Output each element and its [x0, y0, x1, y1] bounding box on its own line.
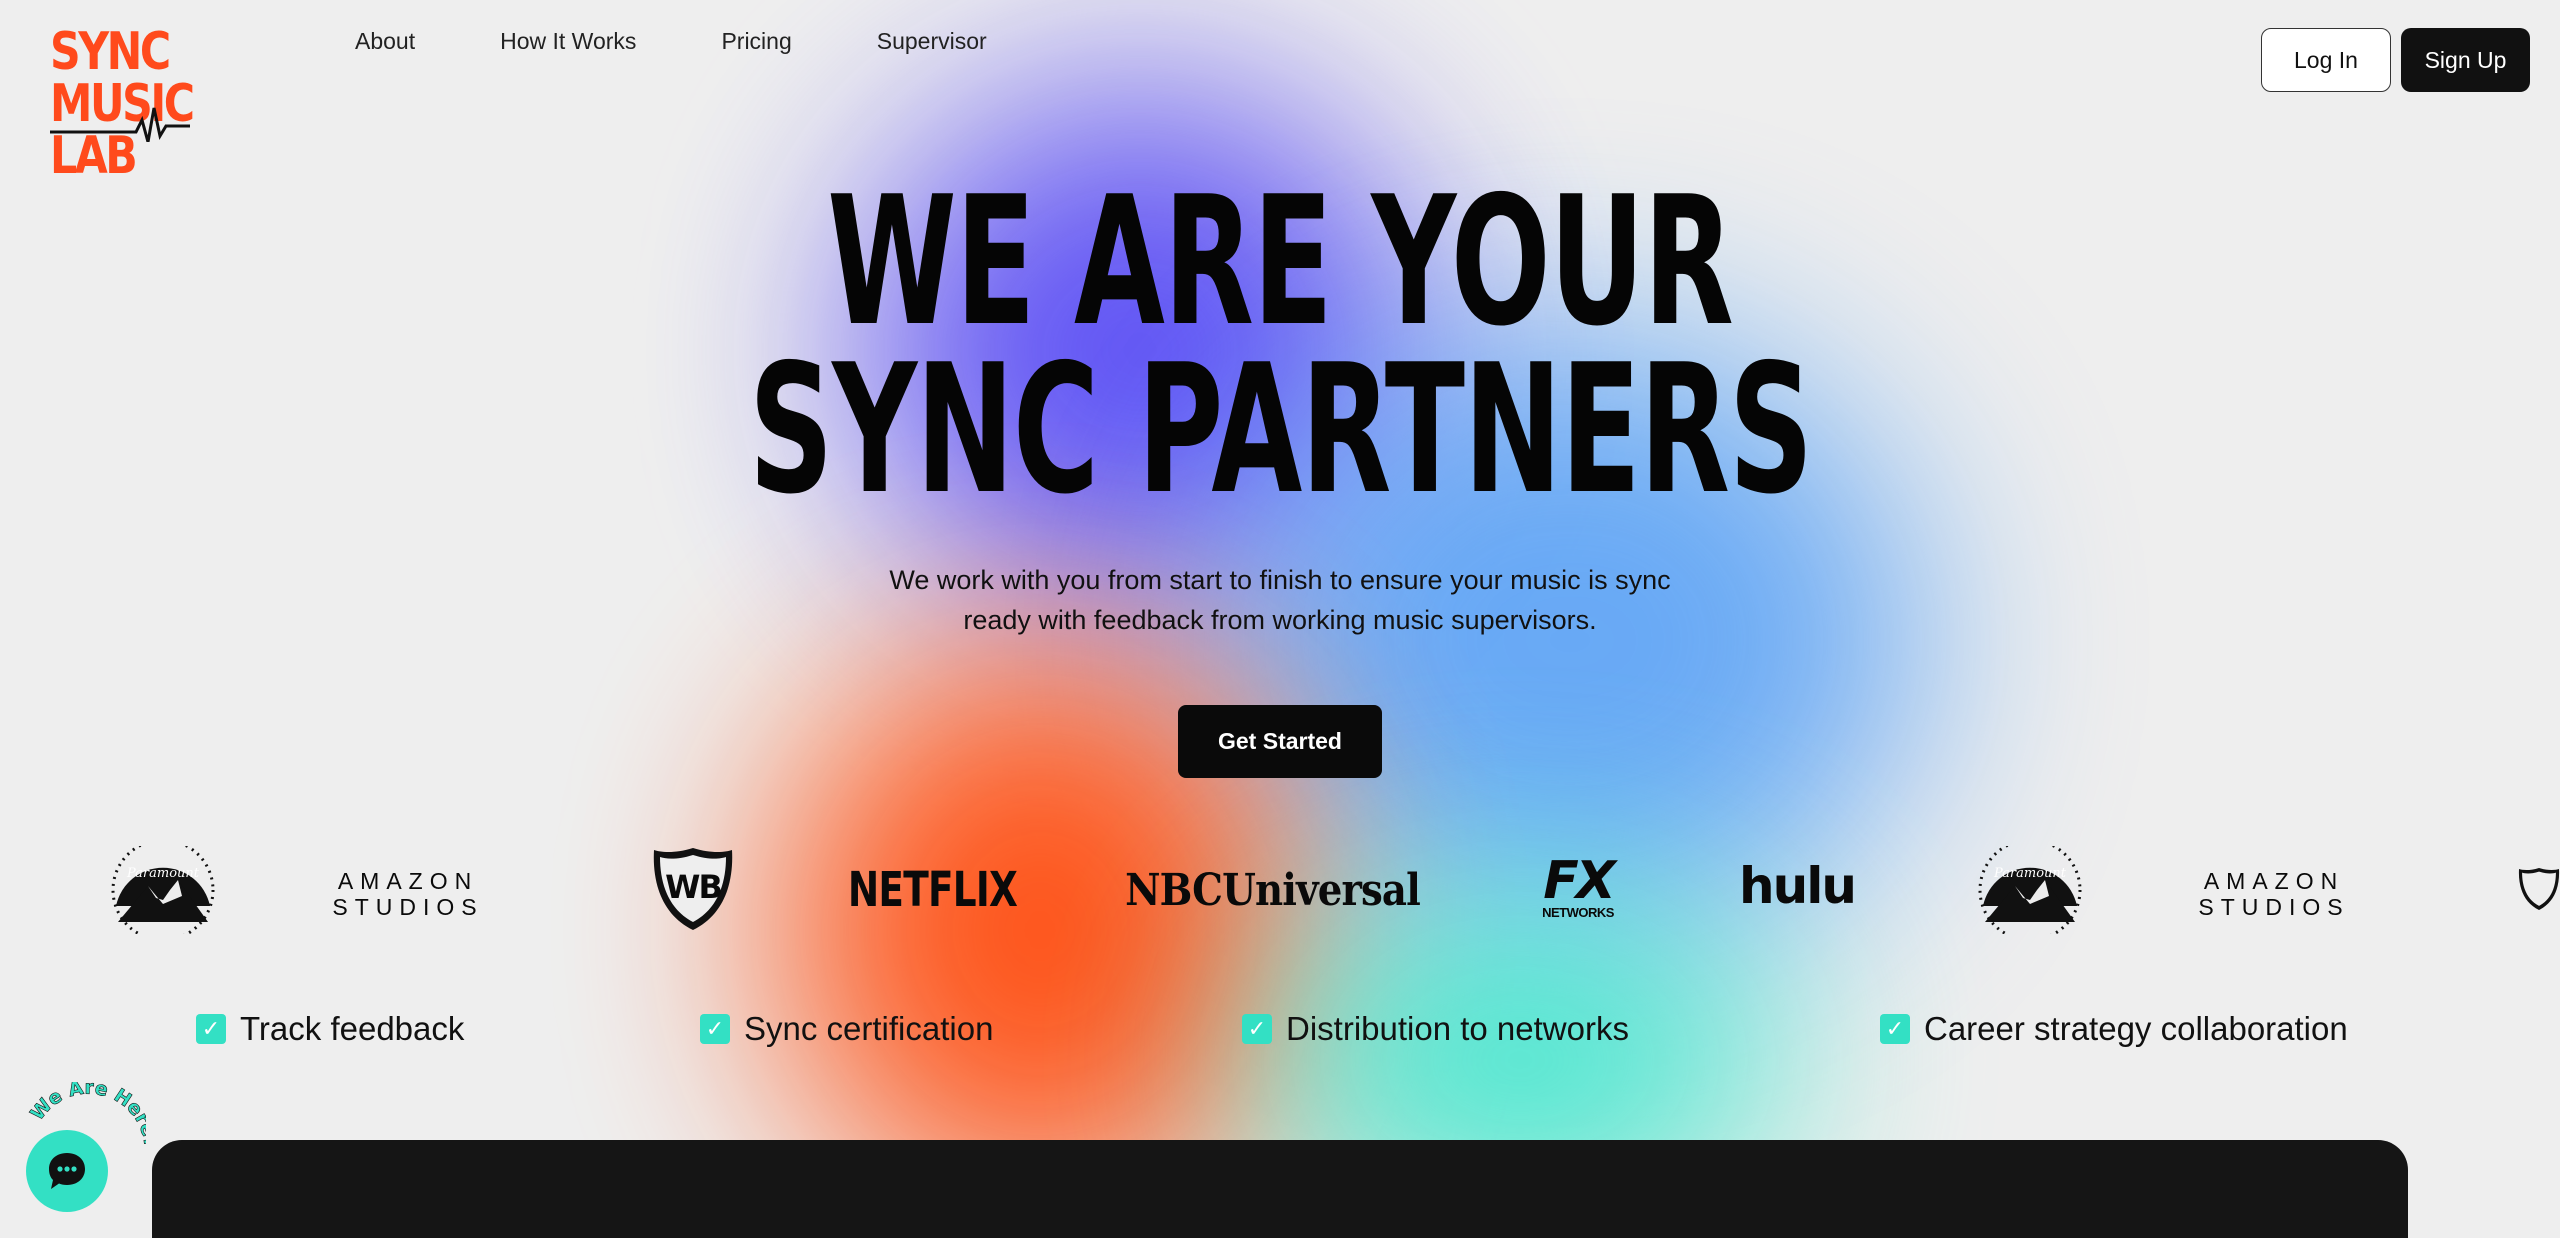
site-logo[interactable]: SYNC MUSIC LAB — [50, 22, 195, 192]
feature-distribution: ✓ Distribution to networks — [1242, 1010, 1629, 1048]
paramount-logo-repeat: Paramount — [1975, 846, 2085, 934]
paramount-logo: Paramount — [108, 846, 218, 934]
studios-label: STUDIOS — [332, 894, 484, 920]
hero-title-line-2: SYNC PARTNERS — [748, 326, 1812, 533]
nav-about[interactable]: About — [355, 28, 415, 55]
chat-bubble-icon — [49, 1153, 85, 1189]
nav-how-it-works[interactable]: How It Works — [500, 28, 636, 55]
hulu-logo: hulu — [1739, 857, 1857, 915]
checkmark-icon: ✓ — [196, 1014, 226, 1044]
fx-networks-label: NETWORKS — [1542, 904, 1614, 920]
feature-track-feedback: ✓ Track feedback — [196, 1010, 464, 1048]
feature-career-strategy: ✓ Career strategy collaboration — [1880, 1010, 2348, 1048]
dark-content-panel — [152, 1140, 2408, 1238]
studios-label: STUDIOS — [2198, 894, 2350, 920]
amazon-label: AMAZON — [2203, 868, 2345, 894]
hulu-label: hulu — [1739, 857, 1857, 915]
checkmark-icon: ✓ — [1242, 1014, 1272, 1044]
amazon-studios-logo: AMAZON STUDIOS — [332, 866, 476, 922]
soundwave-icon — [50, 107, 190, 142]
chat-button[interactable] — [26, 1130, 108, 1212]
netflix-label: NETFLIX — [847, 862, 1017, 918]
amazon-label: AMAZON — [337, 868, 479, 894]
nbcuniversal-label: NBCUniversal — [1125, 864, 1422, 916]
get-started-button[interactable]: Get Started — [1178, 705, 1382, 778]
feature-label: Career strategy collaboration — [1924, 1010, 2348, 1047]
paramount-icon — [111, 846, 215, 934]
fx-networks-logo: FX NETWORKS — [1540, 850, 1616, 920]
netflix-logo: NETFLIX — [847, 862, 1017, 918]
feature-label: Sync certification — [744, 1010, 994, 1047]
paramount-label: Paramount — [1993, 866, 2066, 881]
paramount-label: Paramount — [126, 866, 199, 881]
hero-subtitle: We work with you from start to finish to… — [889, 565, 1671, 635]
hero-title-line-1: WE ARE YOUR — [827, 158, 1734, 365]
logo-text-sync: SYNC — [50, 22, 171, 82]
feature-label: Distribution to networks — [1286, 1010, 1629, 1047]
feature-sync-certification: ✓ Sync certification — [700, 1010, 993, 1048]
nav-pricing[interactable]: Pricing — [721, 28, 791, 55]
signup-button[interactable]: Sign Up — [2401, 28, 2530, 92]
amazon-studios-logo-repeat: AMAZON STUDIOS — [2198, 866, 2342, 922]
hero-title: WE ARE YOUR SYNC PARTNERS — [0, 158, 2560, 533]
checkmark-icon: ✓ — [1880, 1014, 1910, 1044]
checkmark-icon: ✓ — [700, 1014, 730, 1044]
fx-label: FX — [1543, 850, 1616, 911]
feature-label: Track feedback — [240, 1010, 465, 1047]
paramount-icon — [1978, 846, 2082, 934]
login-button[interactable]: Log In — [2261, 28, 2391, 92]
main-nav: About How It Works Pricing Supervisor — [355, 28, 1072, 55]
nav-supervisor[interactable]: Supervisor — [877, 28, 987, 55]
wb-logo-partial — [2518, 846, 2560, 932]
wb-logo: WB — [652, 846, 734, 932]
nbcuniversal-logo: NBCUniversal — [1126, 862, 1422, 918]
wb-shield-icon — [2518, 868, 2560, 910]
wb-label: WB — [665, 868, 723, 906]
